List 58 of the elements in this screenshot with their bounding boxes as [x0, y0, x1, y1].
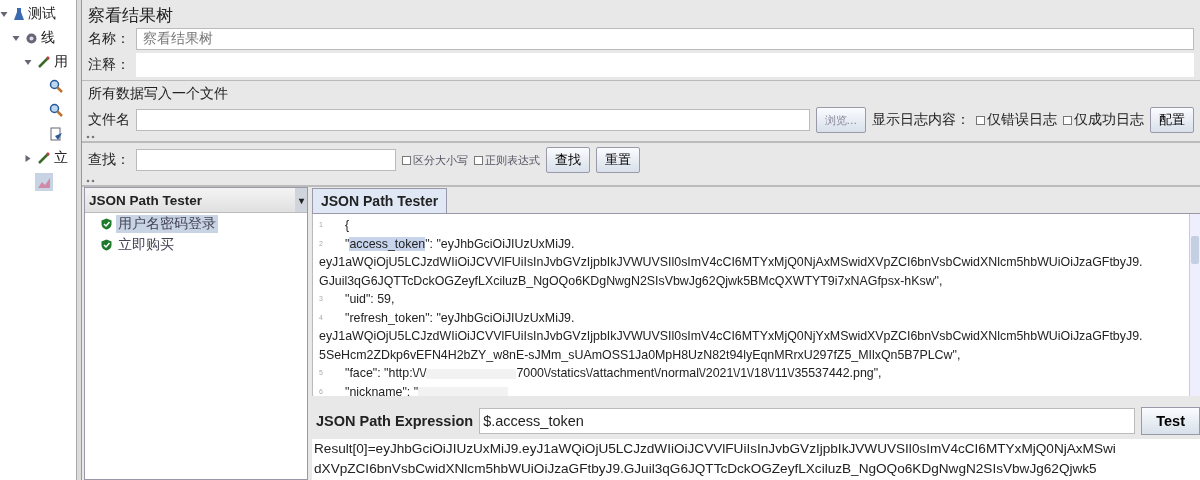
find-button[interactable]: 查找	[546, 147, 590, 173]
config-button[interactable]: 配置	[1150, 107, 1194, 133]
flask-icon	[13, 7, 25, 21]
expand-toggle-icon[interactable]	[0, 10, 8, 18]
success-shield-icon	[101, 217, 112, 230]
code-line: "face": "http:\/\/ 7000\/statics\/attachment\/normal\/2021\/1\/18\/11\/35537442.png",	[345, 365, 882, 382]
search-option-checkbox[interactable]: 区分大小写	[402, 152, 468, 168]
filename-field[interactable]	[136, 109, 810, 131]
result-text: Result[0]=eyJhbGciOiJIUzUxMiJ9.eyJ1aWQiOjU5LCJzdWIiOiJCVVlFUiIsInJvbGVzIjpbIkJVWUVSIl0sImV4cCI6MTYxMjQ0NjAxMSwi dXVpZCI6bnVsbCwidXNlcm5hbWUiOiJzaGFtbyJ9.GJuil3qG6JQTTcDckOGZeyfLXciluzB_NgOQo6KDgNwgN2SIsVbwJg62Qjwk5	[312, 439, 1200, 480]
splitter-grip-icon[interactable]	[86, 135, 96, 139]
code-line: "access_token": "eyJhbGciOiJIUzUxMiJ9.	[345, 235, 575, 253]
group-title: 所有数据写入一个文件	[88, 85, 228, 103]
log-checkbox[interactable]: 仅错误日志	[976, 111, 1057, 129]
test-button[interactable]: Test	[1141, 407, 1200, 435]
expand-toggle-icon[interactable]	[24, 154, 32, 162]
filename-label: 文件名	[88, 111, 130, 129]
code-line: GJuil3qG6JQTTcDckOGZeyfLXciluzB_NgOQo6KDgNwgN2SIsVbwJg62Qjwk5BMcQXWTYT9i7xNAGfpsx-hKsw",	[318, 272, 944, 290]
code-line: "refresh_token": "eyJhbGciOiJIUzUxMiJ9.	[345, 309, 575, 327]
magnifier-icon	[49, 103, 63, 117]
expression-label: JSON Path Expression	[316, 413, 474, 429]
tester-tab[interactable]: JSON Path Tester	[312, 188, 448, 213]
expand-toggle-icon[interactable]	[12, 34, 20, 42]
tree-item[interactable]: 线	[23, 27, 57, 49]
sample-result-item[interactable]: 立即购买	[116, 235, 176, 254]
tree-item[interactable]: 用	[35, 51, 70, 73]
code-line: {	[345, 217, 350, 234]
gear-icon	[25, 31, 38, 45]
tree-item[interactable]	[47, 77, 65, 95]
name-field[interactable]: 察看结果树	[136, 28, 1194, 50]
pipette-icon	[37, 151, 51, 165]
tree-item[interactable]	[47, 125, 65, 143]
code-line: eyJ1aWQiOjU5LCJzdWIiOiJCVVlFUiIsInJvbGVzIjpbIkJVWUVSIl0sImV4cCI6MTYxMjQ0NjAxMSwidXVpZCI6bnVsbCwidXNlcm5hbWUiOiJzaGFtbyJ9.	[318, 254, 1144, 271]
reset-button[interactable]: 重置	[596, 147, 640, 173]
expression-field[interactable]: $.access_token	[479, 408, 1136, 434]
panel-title: 察看结果树	[87, 4, 174, 26]
code-line: eyJ1aWQiOjU5LCJzdWIiOiJCVVlFUiIsInJvbGVzIjpbIkJVWUVSIl0sImV4cCI6MTYxMjQ0NjYxMSwidXVpZCI6bnVsbCwidXNlcm5hbWUiOiJzaGFtbyJ9.	[318, 328, 1144, 345]
log-checkbox[interactable]: 仅成功日志	[1063, 111, 1144, 129]
code-line: "nickname": "	[345, 382, 509, 396]
renderer-dropdown[interactable]: JSON Path Tester ▾	[85, 188, 307, 213]
search-label: 查找：	[88, 151, 130, 169]
scrollbar[interactable]	[1189, 214, 1200, 396]
tree-item[interactable]: 立	[35, 147, 70, 169]
comment-label: 注释：	[88, 56, 130, 74]
sample-result-item[interactable]: 用户名密码登录	[116, 214, 218, 233]
tree-item[interactable]: 测试	[11, 3, 58, 25]
name-label: 名称：	[88, 30, 130, 48]
code-line: 5SeHcm2ZDkp6vEFN4H2bZY_w8nE-sJMm_sUAmOSS1Ja0MpH8UzN82t94lyEqnMRrxU297fZ5_MIlxQn5B7PLCw",	[318, 346, 962, 364]
splitter-grip-icon[interactable]	[86, 179, 96, 183]
magnifier-icon	[49, 79, 63, 93]
document-icon	[49, 127, 63, 141]
log-content-label: 显示日志内容：	[872, 111, 970, 129]
tree-item[interactable]	[47, 101, 65, 119]
code-line: "uid": 59,	[345, 291, 395, 308]
search-option-checkbox[interactable]: 正则表达式	[474, 152, 540, 168]
success-shield-icon	[101, 238, 112, 251]
expand-toggle-icon[interactable]	[24, 58, 32, 66]
pipette-icon	[37, 55, 51, 69]
search-field[interactable]	[136, 149, 396, 171]
